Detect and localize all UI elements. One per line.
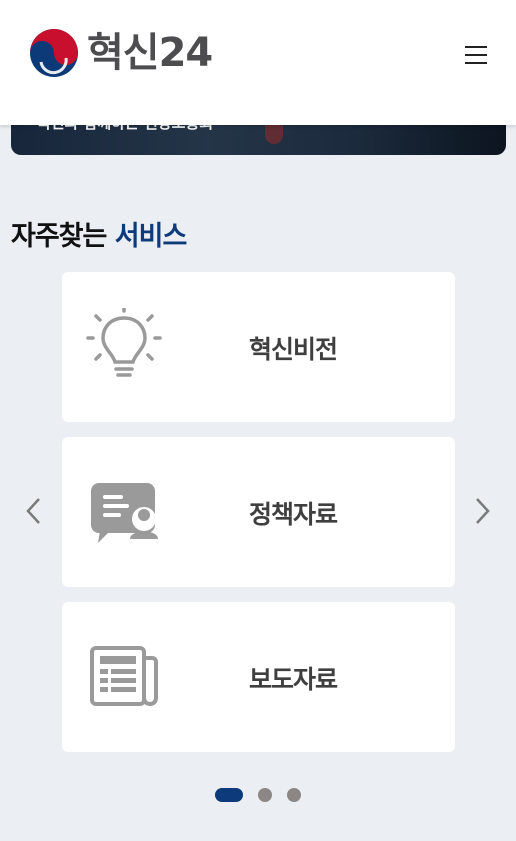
hamburger-menu-icon [465,46,487,48]
section-title-accent: 서비스 [114,221,188,252]
chevron-right-icon[interactable] [470,496,494,526]
hamburger-line [465,54,487,56]
lightbulb-icon [86,308,162,377]
menu-button[interactable] [462,43,490,67]
taegeuk-emblem-icon [30,29,78,77]
logo-wordmark: 혁신24 [87,30,213,76]
section-title: 자주찾는 서비스 [11,214,188,253]
carousel-pagination [215,787,316,803]
service-card-label: 혁신비전 [249,335,338,364]
service-card-vision[interactable]: 혁신비전 [62,272,455,422]
pagination-dot-1[interactable] [215,788,243,802]
service-card-label: 정책자료 [249,500,338,529]
site-logo[interactable]: 혁신24 [29,28,213,78]
service-card-policy[interactable]: 정책자료 [62,437,455,587]
service-card-label: 보도자료 [249,665,338,694]
newspaper-icon [90,646,158,707]
hamburger-line [465,62,487,64]
section-title-plain: 자주찾는 [11,221,107,252]
chevron-left-icon[interactable] [22,496,46,526]
policy-document-icon [91,483,158,543]
service-card-press[interactable]: 보도자료 [62,602,455,752]
site-header: 혁신24 [0,0,516,125]
pagination-dot-2[interactable] [258,788,272,802]
pagination-dot-3[interactable] [287,788,301,802]
